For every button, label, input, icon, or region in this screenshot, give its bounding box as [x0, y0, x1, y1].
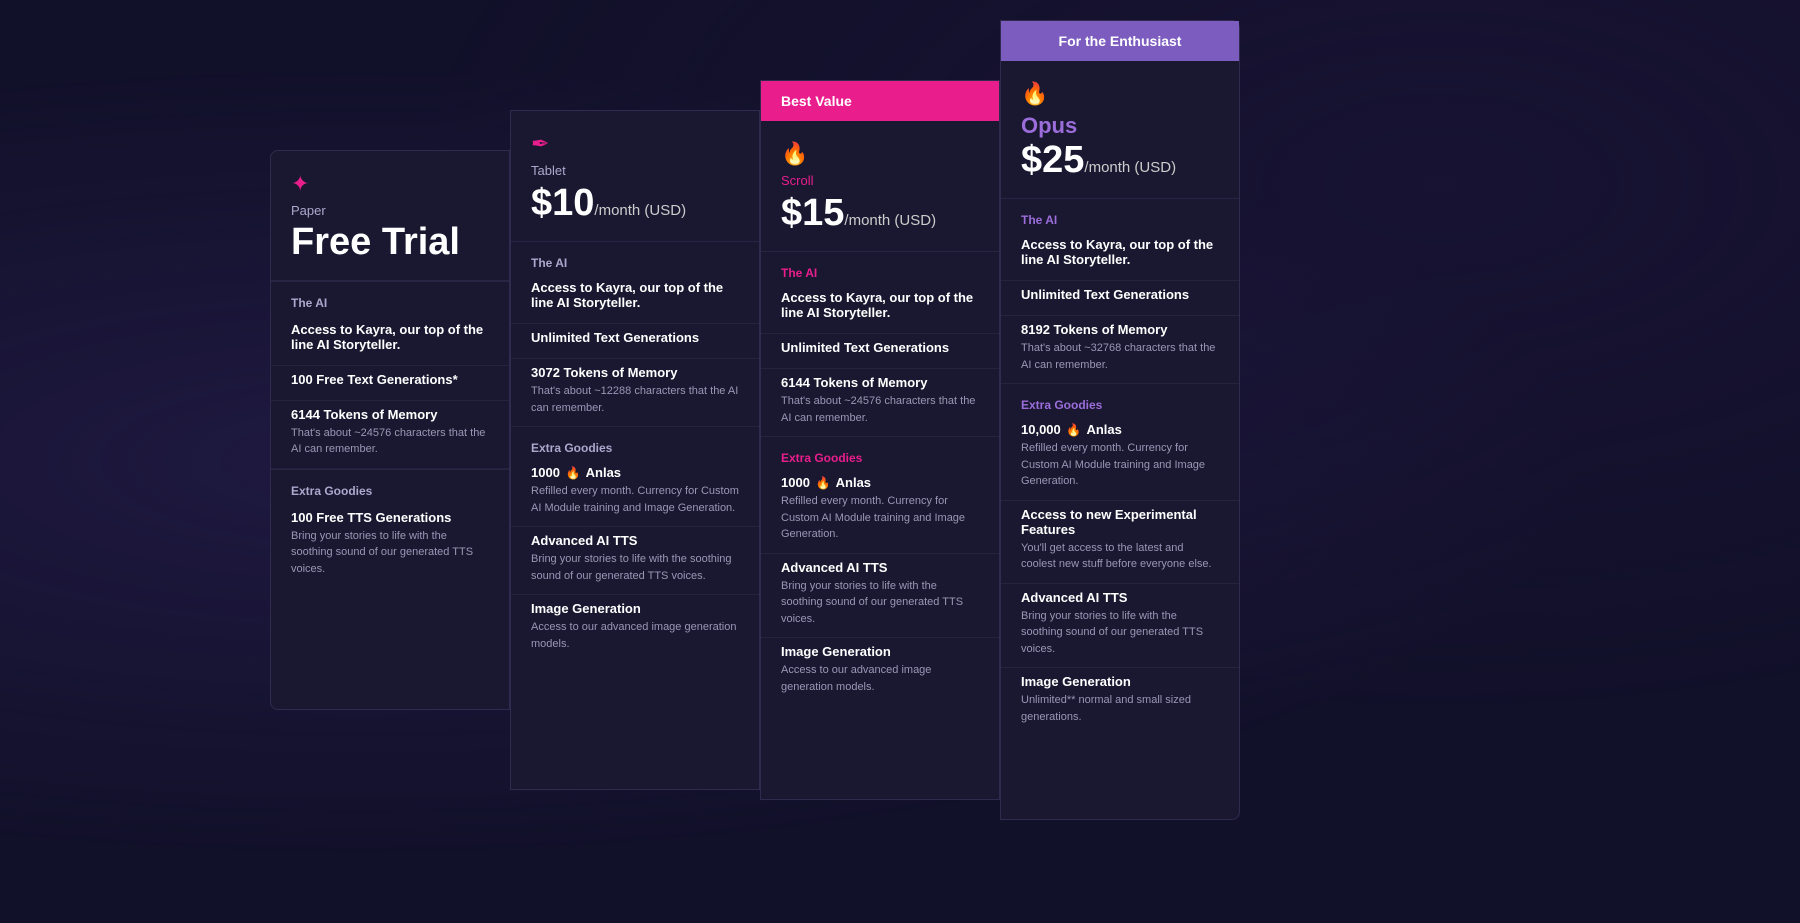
tablet-feature-tts: Advanced AI TTS Bring your stories to li…: [511, 527, 759, 595]
paper-extras-section: Extra Goodies: [271, 469, 509, 504]
opus-kayra-title: Access to Kayra, our top of the line AI …: [1021, 237, 1219, 267]
opus-feature-generations: Unlimited Text Generations: [1001, 281, 1239, 316]
scroll-kayra-title: Access to Kayra, our top of the line AI …: [781, 290, 979, 320]
tablet-plan-price: $10/month (USD): [531, 182, 739, 225]
enthusiast-banner: For the Enthusiast: [1001, 21, 1239, 61]
opus-ai-section: The AI: [1001, 199, 1239, 231]
opus-tts-desc: Bring your stories to life with the soot…: [1021, 608, 1219, 658]
anlas-icon-scroll: 🔥: [816, 476, 831, 490]
tablet-memory-title: 3072 Tokens of Memory: [531, 365, 739, 380]
paper-memory-title: 6144 Tokens of Memory: [291, 407, 489, 422]
best-value-banner: Best Value: [761, 81, 999, 121]
scroll-generations-title: Unlimited Text Generations: [781, 340, 979, 355]
tablet-image-title: Image Generation: [531, 601, 739, 616]
paper-generations-title: 100 Free Text Generations*: [291, 372, 489, 387]
opus-feature-anlas: 10,000 🔥 Anlas Refilled every month. Cur…: [1001, 416, 1239, 501]
tablet-feature-generations: Unlimited Text Generations: [511, 324, 759, 359]
paper-icon: ✦: [291, 171, 489, 197]
opus-anlas-desc: Refilled every month. Currency for Custo…: [1021, 440, 1219, 490]
opus-image-title: Image Generation: [1021, 674, 1219, 689]
anlas-icon-tablet: 🔥: [566, 466, 581, 480]
tablet-kayra-title: Access to Kayra, our top of the line AI …: [531, 280, 739, 310]
opus-feature-kayra: Access to Kayra, our top of the line AI …: [1001, 231, 1239, 281]
opus-plan-name: Opus: [1021, 113, 1219, 139]
scroll-feature-image: Image Generation Access to our advanced …: [761, 638, 999, 705]
scroll-ai-section: The AI: [761, 252, 999, 284]
opus-plan-price: $25/month (USD): [1021, 139, 1219, 182]
plan-card-paper: ✦ Paper Free Trial The AI Access to Kayr…: [270, 150, 510, 710]
scroll-plan-price: $15/month (USD): [781, 192, 979, 235]
opus-feature-memory: 8192 Tokens of Memory That's about ~3276…: [1001, 316, 1239, 384]
paper-plan-name: Paper: [291, 203, 489, 218]
opus-extras-section: Extra Goodies: [1001, 384, 1239, 416]
opus-memory-desc: That's about ~32768 characters that the …: [1021, 340, 1219, 373]
plan-card-opus: For the Enthusiast 🔥 Opus $25/month (USD…: [1000, 20, 1240, 820]
tablet-extras-section: Extra Goodies: [511, 427, 759, 459]
opus-memory-title: 8192 Tokens of Memory: [1021, 322, 1219, 337]
opus-tts-title: Advanced AI TTS: [1021, 590, 1219, 605]
paper-plan-title: Free Trial: [291, 222, 489, 264]
opus-feature-experimental: Access to new Experimental Features You'…: [1001, 501, 1239, 584]
opus-feature-tts: Advanced AI TTS Bring your stories to li…: [1001, 584, 1239, 669]
opus-feature-image: Image Generation Unlimited** normal and …: [1001, 668, 1239, 735]
opus-generations-title: Unlimited Text Generations: [1021, 287, 1219, 302]
scroll-feature-memory: 6144 Tokens of Memory That's about ~2457…: [761, 369, 999, 437]
tablet-image-desc: Access to our advanced image generation …: [531, 619, 739, 652]
opus-anlas-title: 10,000 🔥 Anlas: [1021, 422, 1219, 437]
scroll-feature-tts: Advanced AI TTS Bring your stories to li…: [761, 554, 999, 639]
scroll-image-title: Image Generation: [781, 644, 979, 659]
scroll-extras-section: Extra Goodies: [761, 437, 999, 469]
tablet-feature-anlas: 1000 🔥 Anlas Refilled every month. Curre…: [511, 459, 759, 527]
plan-card-tablet: ✒ Tablet $10/month (USD) The AI Access t…: [510, 110, 760, 790]
scroll-anlas-desc: Refilled every month. Currency for Custo…: [781, 493, 979, 543]
tablet-anlas-desc: Refilled every month. Currency for Custo…: [531, 483, 739, 516]
paper-feature-kayra: Access to Kayra, our top of the line AI …: [271, 316, 509, 366]
scroll-tts-title: Advanced AI TTS: [781, 560, 979, 575]
paper-tts-desc: Bring your stories to life with the soot…: [291, 528, 489, 578]
opus-image-desc: Unlimited** normal and small sized gener…: [1021, 692, 1219, 725]
scroll-image-desc: Access to our advanced image generation …: [781, 662, 979, 695]
scroll-anlas-title: 1000 🔥 Anlas: [781, 475, 979, 490]
scroll-feature-anlas: 1000 🔥 Anlas Refilled every month. Curre…: [761, 469, 999, 554]
plan-card-scroll: Best Value 🔥 Scroll $15/month (USD) The …: [760, 80, 1000, 800]
tablet-anlas-title: 1000 🔥 Anlas: [531, 465, 739, 480]
tablet-memory-desc: That's about ~12288 characters that the …: [531, 383, 739, 416]
anlas-icon-opus: 🔥: [1066, 423, 1081, 437]
tablet-ai-section: The AI: [511, 242, 759, 274]
tablet-feature-memory: 3072 Tokens of Memory That's about ~1228…: [511, 359, 759, 427]
opus-experimental-title: Access to new Experimental Features: [1021, 507, 1219, 537]
paper-feature-tts: 100 Free TTS Generations Bring your stor…: [271, 504, 509, 588]
scroll-icon: 🔥: [781, 141, 979, 167]
scroll-plan-name: Scroll: [781, 173, 979, 188]
tablet-plan-name: Tablet: [531, 163, 739, 178]
tablet-feature-kayra: Access to Kayra, our top of the line AI …: [511, 274, 759, 324]
opus-experimental-desc: You'll get access to the latest and cool…: [1021, 540, 1219, 573]
paper-feature-memory: 6144 Tokens of Memory That's about ~2457…: [271, 401, 509, 469]
scroll-feature-kayra: Access to Kayra, our top of the line AI …: [761, 284, 999, 334]
paper-tts-title: 100 Free TTS Generations: [291, 510, 489, 525]
scroll-memory-desc: That's about ~24576 characters that the …: [781, 393, 979, 426]
paper-feature-generations: 100 Free Text Generations*: [271, 366, 509, 401]
scroll-tts-desc: Bring your stories to life with the soot…: [781, 578, 979, 628]
scroll-feature-generations: Unlimited Text Generations: [761, 334, 999, 369]
paper-ai-section: The AI: [271, 281, 509, 316]
tablet-tts-desc: Bring your stories to life with the soot…: [531, 551, 739, 584]
tablet-tts-title: Advanced AI TTS: [531, 533, 739, 548]
scroll-memory-title: 6144 Tokens of Memory: [781, 375, 979, 390]
opus-icon: 🔥: [1021, 81, 1219, 107]
paper-memory-desc: That's about ~24576 characters that the …: [291, 425, 489, 458]
tablet-generations-title: Unlimited Text Generations: [531, 330, 739, 345]
tablet-icon: ✒: [531, 131, 739, 157]
paper-kayra-title: Access to Kayra, our top of the line AI …: [291, 322, 489, 352]
tablet-feature-image: Image Generation Access to our advanced …: [511, 595, 759, 662]
